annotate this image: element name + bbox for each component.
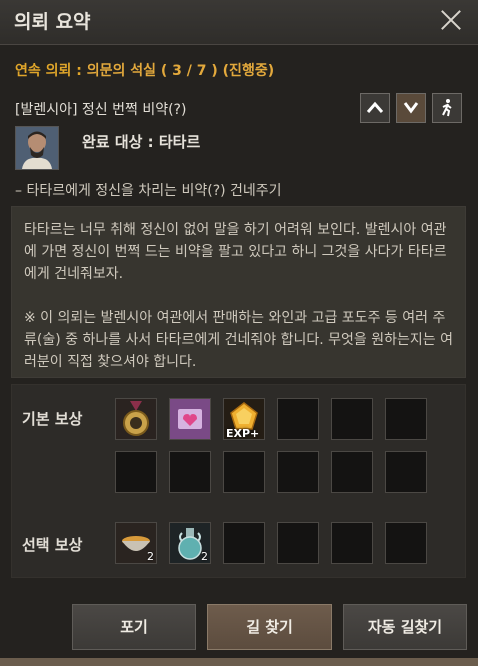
npc-avatar: [15, 126, 59, 170]
auto-navigate-button[interactable]: 자동 길찾기: [343, 604, 467, 650]
series-label: 연속 의뢰 :: [15, 63, 87, 79]
basic-reward-slot[interactable]: [115, 398, 157, 440]
basic-reward-slot[interactable]: [169, 398, 211, 440]
heart-scroll-icon: [170, 399, 210, 439]
empty-slot: [223, 522, 265, 564]
collapse-button[interactable]: [360, 93, 390, 123]
completion-target: 완료 대상 : 타타르: [82, 133, 201, 151]
expand-button[interactable]: [396, 93, 426, 123]
series-quest-info: 연속 의뢰 : 의문의 석실 ( 3 / 7 ) (진행중): [15, 60, 274, 80]
quest-description: 타타르는 너무 취해 정신이 없어 말을 하기 어려워 보인다. 발렌시아 여관…: [11, 206, 466, 378]
item-count: 2: [147, 550, 154, 563]
empty-slot: [385, 451, 427, 493]
empty-slot: [331, 398, 373, 440]
choice-reward-slot[interactable]: 2: [115, 522, 157, 564]
choice-reward-label: 선택 보상: [22, 536, 83, 554]
empty-slot: [277, 522, 319, 564]
window-title: 의뢰 요약: [14, 11, 91, 33]
walking-person-icon: [442, 99, 452, 117]
exp-label: EXP+: [226, 427, 260, 440]
empty-slot: [277, 451, 319, 493]
medal-icon: [116, 399, 156, 439]
quest-objective: – 타타르에게 정신을 차리는 비약(?) 건네주기: [15, 183, 282, 199]
chevron-down-icon: [403, 102, 419, 114]
navigate-walk-button[interactable]: [432, 93, 462, 123]
basic-reward-label: 기본 보상: [22, 410, 83, 428]
empty-slot: [331, 522, 373, 564]
basic-reward-slot[interactable]: EXP+: [223, 398, 265, 440]
series-name: 의문의 석실 ( 3 / 7 ) (진행중): [86, 63, 275, 79]
item-count: 2: [201, 550, 208, 563]
description-paragraph: 타타르는 너무 취해 정신이 없어 말을 하기 어려워 보인다. 발렌시아 여관…: [24, 222, 447, 282]
empty-slot: [385, 522, 427, 564]
empty-slot: [115, 451, 157, 493]
empty-slot: [223, 451, 265, 493]
choice-reward-slot[interactable]: 2: [169, 522, 211, 564]
background-strip: [0, 658, 478, 666]
empty-slot: [385, 398, 427, 440]
title-bar: 의뢰 요약: [0, 0, 478, 45]
chevron-up-icon: [366, 101, 384, 113]
close-icon[interactable]: [440, 9, 462, 31]
abandon-button[interactable]: 포기: [72, 604, 196, 650]
quest-title: [발렌시아] 정신 번쩍 비약(?): [15, 102, 187, 118]
navigate-button[interactable]: 길 찾기: [207, 604, 332, 650]
empty-slot: [169, 451, 211, 493]
description-note: ※ 이 의뢰는 발렌시아 여관에서 판매하는 와인과 고급 포도주 등 여러 주…: [24, 310, 453, 370]
empty-slot: [277, 398, 319, 440]
empty-slot: [331, 451, 373, 493]
reward-section: 기본 보상 선택 보상 EXP+ 2 2: [11, 384, 466, 578]
